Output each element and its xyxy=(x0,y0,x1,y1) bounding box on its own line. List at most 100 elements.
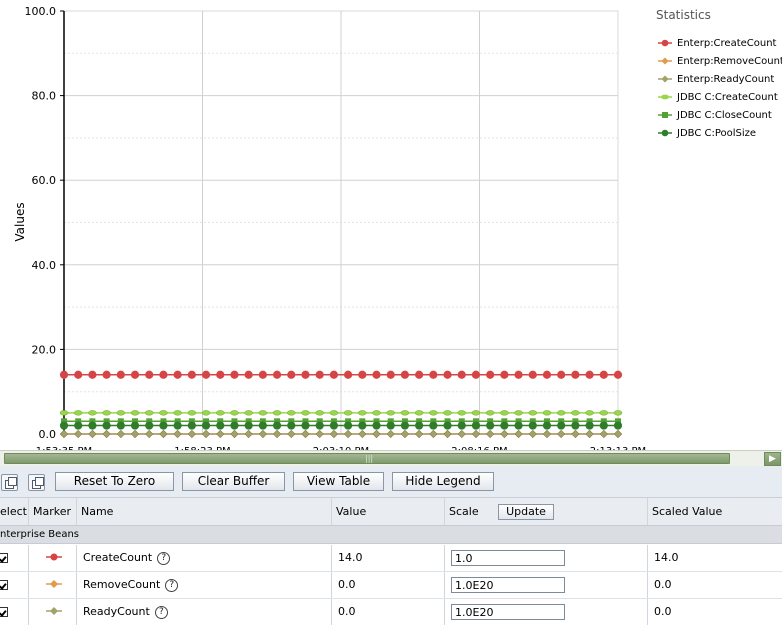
clear-buffer-button[interactable]: Clear Buffer xyxy=(182,472,285,491)
data-point xyxy=(500,370,509,379)
legend-label: Enterp:CreateCount xyxy=(677,37,777,49)
data-point xyxy=(471,410,481,416)
chart-panel: 0.020.040.060.080.0100.01:53:35 PM1:58:2… xyxy=(0,0,782,450)
legend-marker-icon xyxy=(658,57,672,65)
data-point xyxy=(272,410,282,416)
legend-marker-icon xyxy=(658,75,672,83)
data-point xyxy=(528,370,537,379)
data-point xyxy=(613,370,623,379)
legend-item: Enterp:ReadyCount xyxy=(656,70,782,88)
data-point xyxy=(173,410,182,416)
marker-cell xyxy=(29,545,77,571)
data-point xyxy=(315,421,324,430)
legend-marker-icon xyxy=(658,39,672,47)
data-point xyxy=(102,410,111,416)
data-point xyxy=(216,410,225,416)
scale-input[interactable] xyxy=(451,604,565,620)
data-point xyxy=(429,370,438,379)
column-header-select[interactable]: elect xyxy=(0,498,29,525)
data-point xyxy=(485,410,495,416)
table-row[interactable]: CreateCount?14.014.0 xyxy=(0,545,782,572)
copy-icon[interactable] xyxy=(1,474,18,491)
scrollbar-thumb[interactable]: ||| xyxy=(4,453,730,464)
y-tick-label: 100.0 xyxy=(25,5,57,18)
legend-item: Enterp:RemoveCount xyxy=(656,52,782,70)
data-point xyxy=(542,370,552,379)
help-icon[interactable]: ? xyxy=(154,605,168,619)
data-point xyxy=(230,410,239,416)
table-row[interactable]: ReadyCount?0.00.0 xyxy=(0,599,782,625)
table-header-row: elect Marker Name Value Scale Update Sca… xyxy=(0,498,782,526)
legend-label: JDBC C:CreateCount xyxy=(677,91,778,103)
data-point xyxy=(471,421,481,430)
scale-header-label: Scale xyxy=(449,505,479,518)
statistic-name: CreateCount xyxy=(83,551,153,564)
scroll-right-arrow-icon[interactable]: ▶ xyxy=(764,452,781,466)
select-cell xyxy=(0,599,29,625)
data-point xyxy=(187,421,196,430)
view-table-button[interactable]: View Table xyxy=(293,472,384,491)
data-point xyxy=(358,421,367,430)
chart-horizontal-scrollbar[interactable]: ||| ▶ xyxy=(0,450,782,466)
select-checkbox[interactable] xyxy=(0,607,8,617)
data-point xyxy=(486,370,495,379)
scale-input[interactable] xyxy=(451,577,565,593)
data-point xyxy=(471,370,481,379)
data-point xyxy=(301,421,310,430)
data-point xyxy=(514,410,523,416)
y-tick-label: 60.0 xyxy=(32,174,57,187)
legend-title: Statistics xyxy=(656,8,711,22)
data-point xyxy=(130,410,140,416)
data-point xyxy=(358,410,367,416)
data-point xyxy=(201,410,211,416)
duplicate-icon[interactable] xyxy=(28,474,45,491)
hide-legend-button[interactable]: Hide Legend xyxy=(392,472,494,491)
data-point xyxy=(585,421,594,430)
data-point xyxy=(457,410,466,416)
name-cell: ReadyCount? xyxy=(77,599,332,625)
column-header-marker[interactable]: Marker xyxy=(29,498,77,525)
group-row-enterprise-beans[interactable]: nterprise Beans xyxy=(0,526,782,544)
legend-marker-icon xyxy=(658,94,672,100)
data-point xyxy=(173,370,182,379)
data-point xyxy=(571,370,580,379)
data-point xyxy=(201,421,211,430)
data-point xyxy=(599,370,608,379)
legend-item: Enterp:CreateCount xyxy=(656,34,782,52)
scale-input[interactable] xyxy=(451,550,565,566)
data-point xyxy=(443,370,452,379)
data-point xyxy=(329,421,338,430)
data-point xyxy=(542,410,552,416)
data-point xyxy=(585,410,594,416)
data-point xyxy=(400,370,410,379)
legend-label: Enterp:RemoveCount xyxy=(677,55,782,67)
legend-marker-icon xyxy=(658,112,672,118)
data-point xyxy=(88,421,97,430)
reset-to-zero-button[interactable]: Reset To Zero xyxy=(55,472,174,491)
name-cell: CreateCount? xyxy=(77,545,332,571)
update-button[interactable]: Update xyxy=(498,504,554,520)
data-point xyxy=(585,370,594,379)
column-header-name[interactable]: Name xyxy=(77,498,332,525)
data-point xyxy=(145,370,154,379)
scaled-value-cell: 14.0 xyxy=(654,551,679,564)
data-point xyxy=(386,421,395,430)
data-point xyxy=(486,421,495,430)
data-point xyxy=(173,421,182,430)
data-point xyxy=(88,370,97,379)
y-tick-label: 20.0 xyxy=(32,343,57,356)
data-point xyxy=(372,410,381,416)
legend-item: JDBC C:CloseCount xyxy=(656,106,782,124)
column-header-value[interactable]: Value xyxy=(332,498,445,525)
table-row[interactable]: RemoveCount?0.00.0 xyxy=(0,572,782,599)
column-header-scaled-value[interactable]: Scaled Value xyxy=(648,498,782,525)
select-checkbox[interactable] xyxy=(0,580,8,590)
data-point xyxy=(542,421,552,430)
help-icon[interactable]: ? xyxy=(157,551,171,565)
data-point xyxy=(528,410,538,416)
data-point xyxy=(145,421,154,430)
help-icon[interactable]: ? xyxy=(165,578,179,592)
data-point xyxy=(159,421,168,430)
data-point xyxy=(130,421,140,430)
select-checkbox[interactable] xyxy=(0,553,8,563)
